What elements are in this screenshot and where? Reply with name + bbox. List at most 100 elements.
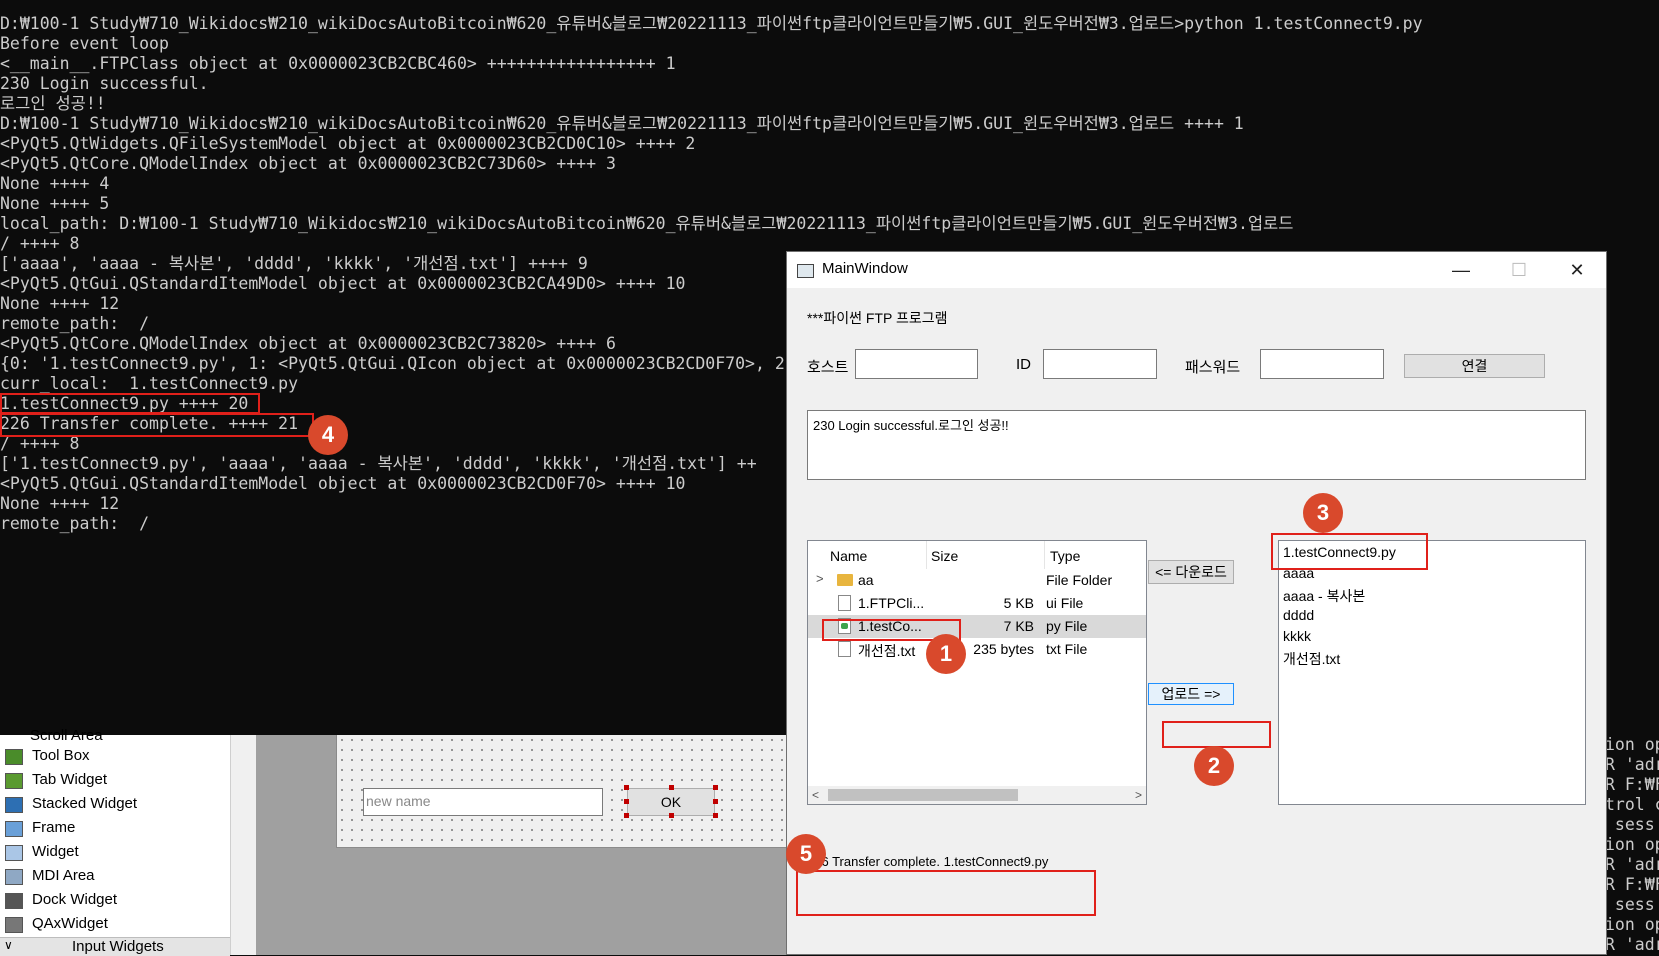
selection-handle[interactable]: [713, 813, 718, 818]
remote-list-item[interactable]: 개선점.txt: [1283, 649, 1340, 669]
widget-box-item[interactable]: Dock Widget: [0, 889, 230, 913]
widget-box: Scroll Area ∨ Input Widgets Tool Box Tab …: [0, 727, 231, 956]
annotation-badge-1: 1: [926, 634, 966, 674]
program-title-label: ***파이썬 FTP 프로그램: [807, 310, 948, 326]
mdi-area-icon: [5, 869, 23, 885]
widget-box-item[interactable]: MDI Area: [0, 865, 230, 889]
background-terminal-line: R 'adr: [1605, 755, 1659, 774]
column-divider: [926, 541, 927, 569]
widget-box-item-label: Tab Widget: [32, 771, 108, 788]
selection-handle[interactable]: [669, 813, 674, 818]
widget-box-item-label: Widget: [32, 843, 79, 860]
widget-box-item-label: Stacked Widget: [32, 795, 138, 812]
designer-canvas: new name OK: [256, 735, 789, 955]
file-name: aa: [858, 572, 874, 588]
remote-list-item[interactable]: aaaa - 복사본: [1283, 586, 1365, 606]
console-line: 230 Login successful.: [0, 74, 209, 93]
widget-box-item[interactable]: QAxWidget: [0, 913, 230, 937]
minimize-button[interactable]: —: [1432, 252, 1490, 288]
console-line: <PyQt5.QtWidgets.QFileSystemModel object…: [0, 134, 696, 153]
window-app-icon: [797, 264, 814, 278]
console-line: / ++++ 8: [0, 434, 80, 453]
widget-box-category-input-widgets[interactable]: ∨ Input Widgets: [0, 937, 230, 956]
scroll-left-icon[interactable]: <: [812, 786, 819, 804]
widget-box-item[interactable]: Frame: [0, 817, 230, 841]
tree-row[interactable]: 1.FTPCli... 5 KB ui File: [808, 592, 1146, 615]
console-line: None ++++ 12: [0, 494, 120, 513]
annotation-badge-4: 4: [308, 415, 348, 455]
download-button[interactable]: <= 다운로드: [1148, 560, 1234, 584]
scrollbar-thumb[interactable]: [828, 789, 1018, 801]
console-line: local_path: D:₩100-1 Study₩710_Wikidocs₩…: [0, 214, 1294, 233]
selection-handle[interactable]: [713, 799, 718, 804]
remote-list-item[interactable]: kkkk: [1283, 628, 1311, 644]
local-file-tree[interactable]: Name Size Type > aa File Folder 1.FTPCli...…: [807, 540, 1147, 805]
widget-box-item[interactable]: Tab Widget: [0, 769, 230, 793]
id-input[interactable]: [1043, 349, 1157, 379]
maximize-button[interactable]: ☐: [1490, 252, 1548, 288]
file-type: File Folder: [1046, 572, 1113, 588]
console-line: D:₩100-1 Study₩710_Wikidocs₩210_wikiDocs…: [0, 114, 1244, 133]
column-header-name[interactable]: Name: [830, 548, 867, 564]
file-name: 1.FTPCli...: [858, 595, 925, 611]
title-bar[interactable]: MainWindow — ☐ ✕: [787, 252, 1606, 288]
console-line: <PyQt5.QtGui.QStandardItemModel object a…: [0, 474, 686, 493]
console-line: <__main__.FTPClass object at 0x0000023CB…: [0, 54, 676, 73]
horizontal-scrollbar[interactable]: < >: [808, 786, 1146, 804]
tree-row[interactable]: > aa File Folder: [808, 569, 1146, 592]
annotation-box-console-transfer: [0, 413, 314, 437]
column-header-size[interactable]: Size: [931, 548, 958, 564]
background-terminal-line: sess: [1605, 815, 1655, 834]
file-icon: [838, 641, 851, 657]
console-line: Before event loop: [0, 34, 169, 53]
host-input[interactable]: [855, 349, 978, 379]
selection-handle[interactable]: [624, 799, 629, 804]
selection-handle[interactable]: [669, 785, 674, 790]
file-type: py File: [1046, 618, 1088, 634]
widget-box-item[interactable]: Widget: [0, 841, 230, 865]
console-line: None ++++ 4: [0, 174, 110, 193]
connect-button[interactable]: 연결: [1404, 354, 1545, 378]
password-input[interactable]: [1260, 349, 1384, 379]
remote-file-list[interactable]: 1.testConnect9.py aaaa aaaa - 복사본 dddd kkkk 개…: [1278, 540, 1586, 805]
close-button[interactable]: ✕: [1548, 252, 1606, 288]
widget-box-item-scroll-area[interactable]: Scroll Area: [30, 727, 103, 744]
column-divider: [1044, 541, 1045, 569]
console-line: <PyQt5.QtGui.QStandardItemModel object a…: [0, 274, 686, 293]
file-size: 5 KB: [1003, 595, 1034, 611]
console-line: <PyQt5.QtCore.QModelIndex object at 0x00…: [0, 154, 616, 173]
selection-handle[interactable]: [624, 813, 629, 818]
tab-widget-icon: [5, 773, 23, 789]
tree-row[interactable]: 개선점.txt 235 bytes txt File: [808, 638, 1146, 661]
scroll-right-icon[interactable]: >: [1135, 786, 1142, 804]
tree-header: Name Size Type: [808, 541, 1146, 569]
form-name-input[interactable]: new name: [363, 788, 603, 816]
status-label: 226 Transfer complete. 1.testConnect9.py: [807, 854, 1049, 869]
background-terminal-line: ion op: [1605, 915, 1659, 934]
console-line: None ++++ 12: [0, 294, 120, 313]
console-line: None ++++ 5: [0, 194, 110, 213]
widget-box-item[interactable]: Stacked Widget: [0, 793, 230, 817]
console-line: ['aaaa', 'aaaa - 복사본', 'dddd', 'kkkk', '…: [0, 254, 588, 273]
host-label: 호스트: [807, 359, 849, 376]
file-name: 개선점.txt: [858, 643, 916, 659]
column-header-type[interactable]: Type: [1050, 548, 1080, 564]
folder-icon: [837, 574, 853, 586]
remote-list-item[interactable]: dddd: [1283, 607, 1314, 623]
log-output[interactable]: 230 Login successful.로그인 성공!!: [807, 410, 1586, 480]
chevron-down-icon: ∨: [4, 938, 13, 952]
selection-handle[interactable]: [624, 785, 629, 790]
chevron-right-icon[interactable]: >: [816, 571, 824, 586]
background-terminal-line: ion op: [1605, 735, 1659, 754]
upload-button[interactable]: 업로드 =>: [1148, 683, 1234, 705]
form-ok-button[interactable]: OK: [627, 788, 715, 816]
selection-handle[interactable]: [713, 785, 718, 790]
file-icon: [838, 595, 851, 611]
background-terminal-line: sess: [1605, 895, 1655, 914]
widget-box-item[interactable]: Tool Box: [0, 745, 230, 769]
widget-box-item-label: Frame: [32, 819, 76, 836]
annotation-box-console-filename: [0, 393, 260, 414]
file-type: txt File: [1046, 641, 1088, 657]
console-line: remote_path: /: [0, 514, 150, 533]
background-terminal-line: trol c: [1605, 795, 1659, 814]
